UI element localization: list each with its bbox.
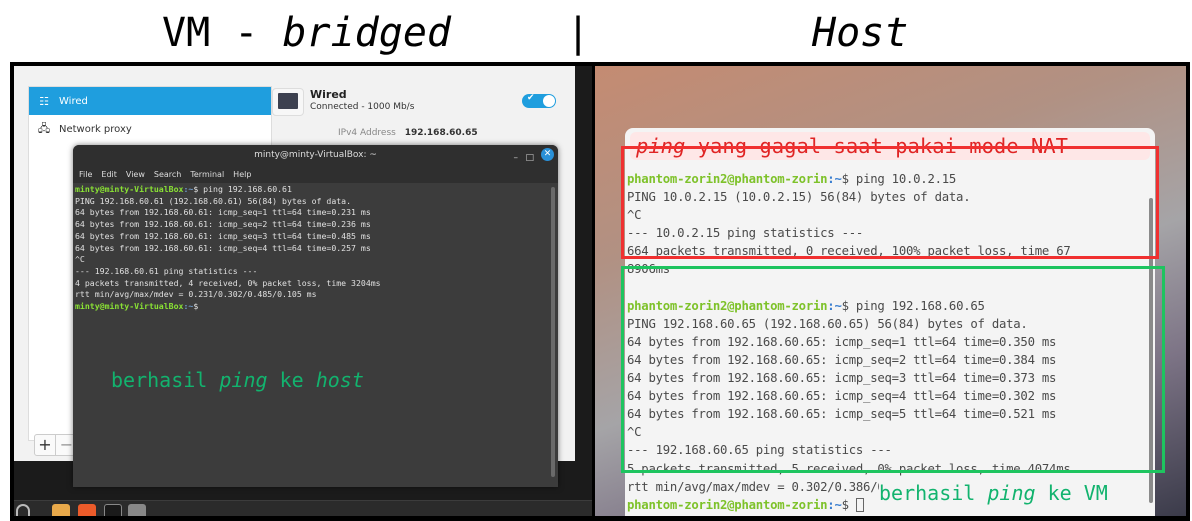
prompt-path: :~	[827, 497, 842, 512]
vm-terminal-menubar: File Edit View Search Terminal Help	[73, 165, 558, 183]
output-line: rtt min/avg/max/mdev = 0.231/0.302/0.485…	[75, 289, 317, 300]
nat-failure-highlight-box	[621, 146, 1159, 259]
annot-text: ke	[267, 368, 316, 392]
sidebar-item-wired[interactable]: ☷ Wired	[29, 87, 271, 115]
host-screenshot-panel: phantom-zorin2@phantom-zorin:~$ ping 10.…	[592, 62, 1190, 520]
output-line: 64 bytes from 192.168.60.61: icmp_seq=1 …	[75, 207, 371, 218]
add-connection-button[interactable]: +	[34, 434, 56, 456]
bridged-success-highlight-box	[621, 266, 1165, 473]
annot-text: host	[315, 368, 364, 392]
vm-terminal-title: minty@minty-VirtualBox: ~	[254, 150, 377, 160]
network-wired-icon: ☷	[39, 94, 49, 108]
annot-text: berhasil	[879, 481, 988, 505]
prompt-line: minty@minty-VirtualBox:~$ ping 192.168.6…	[75, 184, 556, 196]
frame-border	[10, 517, 1190, 521]
annot-text: ke VM	[1035, 481, 1108, 505]
menu-terminal[interactable]: Terminal	[190, 170, 224, 179]
ipv4-label: IPv4 Address	[338, 128, 396, 138]
vm-success-annotation: berhasil ping ke host	[111, 368, 364, 392]
sidebar-item-label: Network proxy	[59, 123, 132, 135]
vm-heading-prefix: VM -	[162, 10, 283, 56]
software-store-icon[interactable]	[78, 504, 96, 516]
prompt-path: :~	[183, 184, 194, 194]
annot-text: berhasil	[111, 368, 220, 392]
vm-terminal-window: minty@minty-VirtualBox: ~ – □ ✕ File Edi…	[73, 145, 558, 487]
host-success-annotation: berhasil ping ke VM	[879, 482, 1108, 504]
vm-terminal-scrollbar[interactable]	[551, 187, 555, 477]
menu-edit[interactable]: Edit	[101, 170, 117, 179]
prompt-user: minty@minty-VirtualBox	[75, 301, 184, 312]
menu-icon[interactable]	[16, 504, 30, 516]
prompt-path: :~	[183, 301, 194, 312]
vm-taskbar	[14, 500, 596, 516]
network-icon[interactable]	[128, 504, 146, 516]
prompt-user: phantom-zorin2@phantom-zorin	[627, 497, 828, 512]
prompt-symbol: $	[841, 497, 849, 512]
output-line: 64 bytes from 192.168.60.61: icmp_seq=2 …	[75, 219, 371, 230]
sidebar-item-label: Wired	[59, 95, 88, 107]
annot-text: ping	[987, 481, 1036, 505]
ipv4-address-row: IPv4 Address 192.168.60.65	[338, 128, 478, 138]
annot-text: ping	[219, 368, 268, 392]
sidebar-item-network-proxy[interactable]: 🖧 Network proxy	[29, 115, 271, 143]
files-icon[interactable]	[52, 504, 70, 516]
ipv4-value: 192.168.60.65	[404, 128, 478, 138]
host-heading-label: Host	[812, 10, 909, 56]
menu-file[interactable]: File	[79, 170, 92, 179]
prompt-line: minty@minty-VirtualBox:~$	[75, 301, 556, 313]
menu-view[interactable]: View	[126, 170, 145, 179]
wired-title: Wired	[310, 88, 347, 101]
output-line: 4 packets transmitted, 4 received, 0% pa…	[75, 277, 381, 288]
vm-screenshot-panel: ☷ Wired 🖧 Network proxy + − Wired Connec…	[10, 62, 596, 520]
minimize-icon[interactable]: –	[514, 148, 519, 168]
vm-terminal-titlebar: minty@minty-VirtualBox: ~ – □ ✕	[73, 145, 558, 165]
ethernet-icon	[272, 88, 304, 116]
vm-mode-label: bridged	[282, 10, 451, 56]
output-line: PING 192.168.60.61 (192.168.60.61) 56(84…	[75, 195, 352, 206]
maximize-icon[interactable]: □	[525, 148, 534, 168]
wired-status: Connected - 1000 Mb/s	[310, 102, 415, 112]
output-line: 64 bytes from 192.168.60.61: icmp_seq=3 …	[75, 230, 371, 241]
checkmark-icon: ✔	[527, 93, 535, 103]
output-line: 64 bytes from 192.168.60.61: icmp_seq=4 …	[75, 242, 371, 253]
output-line: ^C	[75, 254, 85, 265]
prompt-symbol: $	[193, 301, 199, 312]
wired-enable-toggle[interactable]: ✔	[522, 93, 556, 108]
menu-help[interactable]: Help	[233, 170, 251, 179]
output-line: --- 192.168.60.61 ping statistics ---	[75, 265, 258, 276]
prompt-user: minty@minty-VirtualBox	[75, 184, 184, 194]
close-icon[interactable]: ✕	[541, 148, 554, 161]
terminal-icon[interactable]	[104, 504, 122, 516]
text-cursor	[855, 498, 864, 513]
host-heading: Host	[812, 8, 908, 58]
menu-search[interactable]: Search	[154, 170, 181, 179]
heading-separator: |	[566, 10, 591, 56]
vm-terminal-output[interactable]: minty@minty-VirtualBox:~$ ping 192.168.6…	[73, 183, 558, 314]
network-proxy-icon: 🖧	[37, 121, 51, 135]
vm-heading: VM - bridged	[162, 8, 451, 58]
command: ping 192.168.60.61	[198, 184, 292, 194]
